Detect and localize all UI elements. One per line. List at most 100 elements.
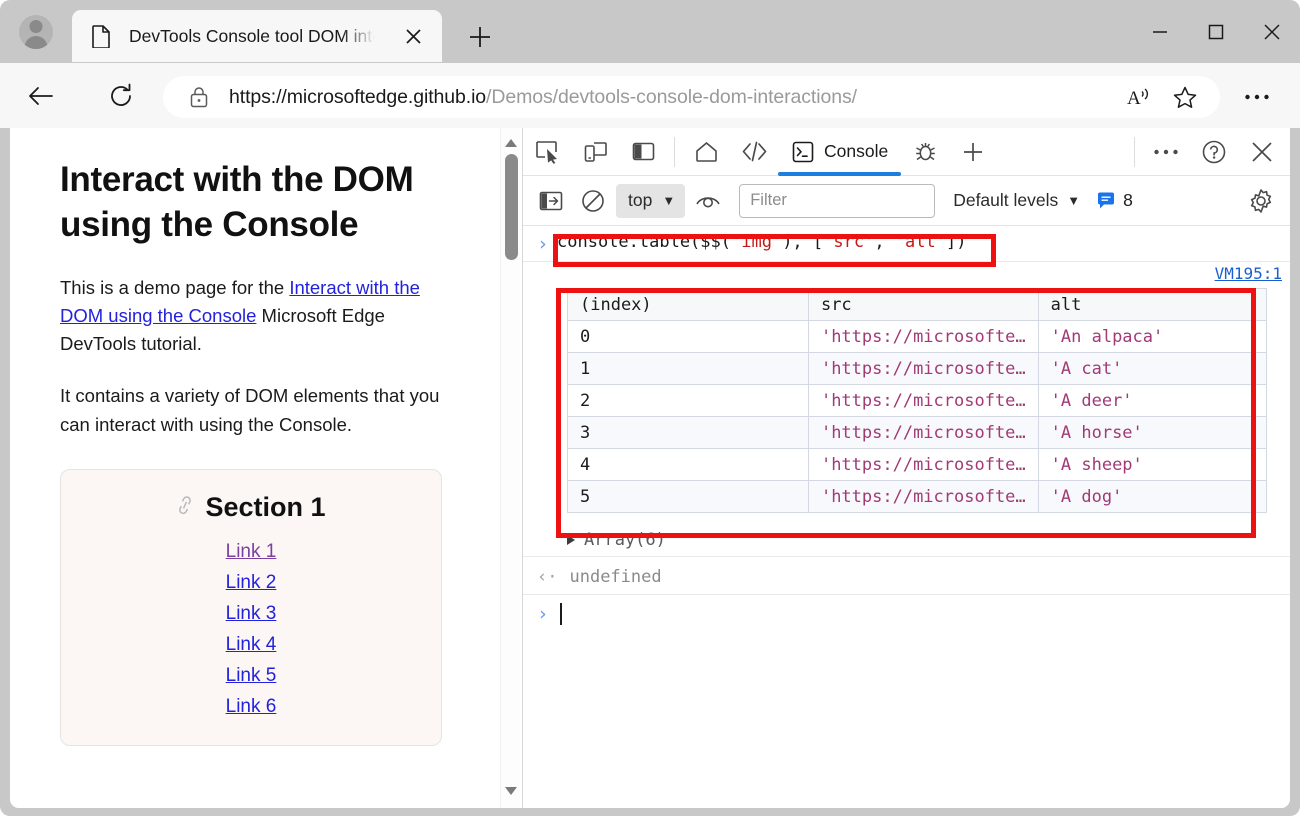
elements-icon[interactable] [730, 129, 778, 175]
table-row: 1 'https://microsofte… 'A cat' [568, 353, 1267, 385]
reload-button[interactable] [100, 76, 142, 116]
expand-triangle-icon[interactable] [567, 535, 575, 545]
cell-alt: 'A deer' [1038, 385, 1266, 417]
minimize-icon [1151, 23, 1169, 41]
issues-badge[interactable]: 8 [1096, 190, 1133, 211]
web-page-pane: Interact with the DOM using the Console … [10, 128, 520, 808]
filter-input[interactable]: Filter [739, 184, 935, 218]
back-button[interactable] [20, 76, 62, 116]
log-levels-dropdown[interactable]: Default levels ▼ [953, 190, 1080, 211]
tab-close-icon[interactable] [398, 21, 428, 51]
table-row: 5 'https://microsofte… 'A dog' [568, 481, 1267, 513]
cell-src: 'https://microsofte… [808, 385, 1038, 417]
scroll-up-arrow-icon[interactable] [501, 132, 520, 154]
column-header-alt[interactable]: alt [1038, 289, 1266, 321]
tab-console[interactable]: Console [778, 128, 901, 175]
array-label: Array(6) [584, 530, 666, 550]
console-command-text[interactable]: console.table($$('img'), ['src', 'alt']) [557, 232, 966, 252]
browser-more-button[interactable] [1234, 76, 1280, 118]
anchor-link-icon[interactable] [173, 492, 201, 523]
console-sidebar-toggle-icon[interactable] [530, 180, 572, 222]
cell-alt: 'A horse' [1038, 417, 1266, 449]
console-output: › console.table($$('img'), ['src', 'alt'… [523, 226, 1290, 808]
list-item[interactable]: Link 6 [61, 694, 441, 721]
chevron-down-icon: ▼ [662, 193, 675, 208]
svg-text:A: A [1127, 88, 1141, 109]
return-value: undefined [569, 567, 661, 587]
favorite-button[interactable] [1162, 76, 1208, 118]
column-header-index[interactable]: (index) [568, 289, 809, 321]
address-bar-url: https://microsoftedge.github.io/Demos/de… [229, 86, 857, 109]
maximize-button[interactable] [1188, 0, 1244, 63]
list-item[interactable]: Link 2 [61, 570, 441, 597]
text-caret [560, 603, 562, 625]
javascript-context-dropdown[interactable]: top ▼ [616, 184, 685, 218]
cell-alt: 'A cat' [1038, 353, 1266, 385]
table-row: 2 'https://microsofte… 'A deer' [568, 385, 1267, 417]
more-tools-icon[interactable] [1142, 129, 1190, 175]
read-aloud-button[interactable]: A [1116, 76, 1162, 118]
page-scrollbar[interactable] [500, 128, 520, 808]
toolbar-divider [1134, 137, 1135, 167]
cell-index: 4 [568, 449, 809, 481]
toolbar-divider [674, 137, 675, 167]
section-heading: Section 1 [61, 492, 441, 523]
scroll-down-arrow-icon[interactable] [501, 780, 520, 802]
intro-paragraph: This is a demo page for the Interact wit… [60, 274, 452, 359]
section-title: Section 1 [205, 492, 325, 523]
browser-tab[interactable]: DevTools Console tool DOM inte [72, 10, 442, 62]
close-window-button[interactable] [1244, 0, 1300, 63]
dock-side-icon[interactable] [619, 129, 667, 175]
column-header-src[interactable]: src [808, 289, 1038, 321]
array-expander-row[interactable]: Array(6) [567, 524, 666, 556]
url-path: /Demos/devtools-console-dom-interactions… [486, 86, 857, 108]
message-bubble-icon [1096, 191, 1116, 210]
list-item[interactable]: Link 5 [61, 663, 441, 690]
content-area: Interact with the DOM using the Console … [10, 128, 1290, 808]
intro-text-pre: This is a demo page for the [60, 277, 289, 298]
device-emulation-icon[interactable] [571, 129, 619, 175]
help-icon[interactable] [1190, 129, 1238, 175]
clear-console-icon[interactable] [572, 180, 614, 222]
add-panel-icon[interactable] [949, 129, 997, 175]
address-bar[interactable]: https://microsoftedge.github.io/Demos/de… [163, 76, 1220, 118]
inspect-element-icon[interactable] [523, 129, 571, 175]
tab-strip: DevTools Console tool DOM inte [0, 0, 1300, 63]
console-command-row: › console.table($$('img'), ['src', 'alt'… [523, 226, 1290, 262]
live-expression-icon[interactable] [687, 180, 729, 222]
devtools-settings-icon[interactable] [1240, 180, 1282, 222]
console-divider [523, 594, 1290, 595]
table-header-row: (index) src alt [568, 289, 1267, 321]
levels-label: Default levels [953, 190, 1058, 211]
avatar [19, 15, 53, 49]
list-item[interactable]: Link 1 [61, 539, 441, 566]
list-item[interactable]: Link 4 [61, 632, 441, 659]
console-icon [791, 140, 815, 164]
window-controls [1132, 0, 1300, 63]
lock-icon [189, 86, 209, 108]
console-input-row[interactable]: › [537, 598, 562, 630]
ellipsis-icon [1244, 93, 1270, 101]
address-bar-actions: A [1116, 76, 1208, 118]
bug-icon[interactable] [901, 129, 949, 175]
cell-src: 'https://microsofte… [808, 353, 1038, 385]
cell-alt: 'An alpaca' [1038, 321, 1266, 353]
close-devtools-icon[interactable] [1238, 129, 1286, 175]
scrollbar-thumb[interactable] [505, 154, 518, 260]
url-host: https://microsoftedge.github.io [229, 86, 486, 108]
description-paragraph: It contains a variety of DOM elements th… [60, 382, 452, 439]
reload-icon [108, 83, 134, 109]
devtools-right-actions [1127, 128, 1286, 175]
star-icon [1172, 85, 1198, 110]
profile-button[interactable] [14, 12, 58, 52]
issues-count: 8 [1123, 190, 1133, 211]
cell-index: 0 [568, 321, 809, 353]
minimize-button[interactable] [1132, 0, 1188, 63]
cell-alt: 'A sheep' [1038, 449, 1266, 481]
home-icon[interactable] [682, 129, 730, 175]
source-link[interactable]: VM195:1 [1215, 264, 1282, 283]
new-tab-button[interactable] [460, 20, 500, 54]
read-aloud-icon: A [1126, 85, 1152, 109]
list-item[interactable]: Link 3 [61, 601, 441, 628]
section-links-list: Link 1 Link 2 Link 3 Link 4 Link 5 Link … [61, 539, 441, 721]
